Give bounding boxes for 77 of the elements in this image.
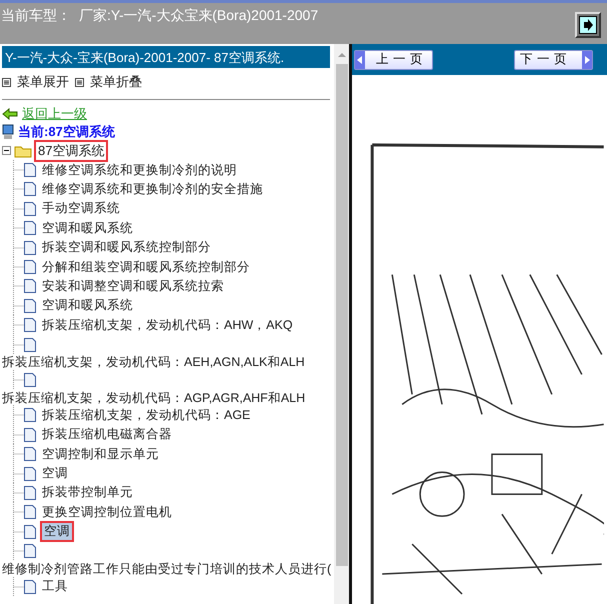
tree-connector-line (13, 179, 24, 200)
document-icon (24, 182, 36, 196)
tree-connector-line (13, 541, 24, 562)
document-icon (24, 279, 36, 294)
document-icon (24, 240, 36, 255)
tree-item[interactable]: 空调和暖风系统 (40, 297, 135, 314)
tree-connector-line (13, 424, 24, 445)
tree-item[interactable]: 维修制冷剂管路工作只能由受过专门培训的技术人员进行( (2, 560, 332, 577)
tree-connector-line (13, 576, 24, 597)
tree-connector-line (13, 522, 24, 542)
back-arrow-icon (2, 108, 18, 120)
document-icon (24, 486, 36, 500)
document-icon (24, 580, 36, 594)
computer-icon (2, 124, 14, 140)
tree-connector-line (13, 218, 24, 238)
tree-item[interactable]: 分解和组装空调和暖风系统控制部分 (40, 258, 252, 276)
tree-item[interactable]: 拆装压缩机支架，发动机代码：AGP,AGR,AHF和ALH (2, 390, 306, 406)
tree-item[interactable]: 更换空调控制位置电机 (40, 504, 174, 521)
menu-toggle-link[interactable]: 菜单展开 (2, 73, 69, 91)
exit-button[interactable] (575, 12, 601, 38)
scrollbar-thumb[interactable] (336, 64, 348, 566)
tree-connector-line (13, 257, 24, 278)
menu-toggle-link[interactable]: 菜单折叠 (75, 73, 142, 91)
tree-connector-line (13, 315, 24, 336)
tree-connector-line (13, 482, 24, 503)
tree-item[interactable]: 工具 (40, 578, 70, 595)
tree-item[interactable]: 维修空调系统和更换制冷剂的说明 (40, 162, 239, 179)
folder-icon (14, 144, 32, 158)
document-icon (24, 372, 36, 387)
current-location: 当前:87空调系统 (18, 123, 115, 141)
document-icon (24, 544, 36, 558)
next-page-button[interactable]: 下 一 页 (514, 50, 593, 70)
tree-item[interactable]: 安装和调整空调和暖风系统拉索 (40, 278, 226, 295)
vehicle-model: 厂家:Y-一汽-大众宝来(Bora)2001-2007 (79, 7, 318, 25)
tree-item[interactable]: 拆装压缩机支架，发动机代码：AHW，AKQ (40, 316, 295, 334)
document-icon (24, 163, 36, 178)
document-icon (24, 408, 36, 422)
tree-item[interactable]: 空调 (40, 521, 74, 542)
tree-connector-line (13, 370, 24, 390)
document-icon (24, 298, 36, 313)
document-icon (24, 466, 36, 481)
tree-connector-line (13, 160, 24, 180)
document-icon (24, 260, 36, 274)
document-icon (24, 318, 36, 332)
collapse-icon[interactable] (2, 146, 11, 155)
vehicle-label: 当前车型： (1, 7, 71, 25)
document-icon (24, 338, 36, 352)
tree-connector-line (13, 405, 24, 426)
tree-connector-line (13, 276, 24, 296)
tree-item[interactable]: 拆装压缩机支架，发动机代码：AEH,AGN,ALK和ALH (2, 354, 305, 370)
tree-item[interactable]: 空调控制和显示单元 (40, 446, 161, 463)
tree-item[interactable]: 拆装带控制单元 (40, 484, 135, 502)
tree-item[interactable]: 空调 (40, 465, 70, 482)
document-icon (24, 524, 36, 539)
document-icon (24, 202, 36, 216)
tree-item[interactable]: 拆装压缩机支架，发动机代码：AGE (40, 406, 252, 424)
previous-page-button[interactable]: 上 一 页 (354, 50, 433, 70)
tree-connector-line (13, 444, 24, 464)
tree-item[interactable]: 拆装空调和暖风系统控制部分 (40, 239, 213, 256)
tree-item[interactable]: 拆装压缩机电磁离合器 (40, 426, 174, 444)
document-icon (24, 428, 36, 442)
tree-folder-item[interactable]: 87空调系统 (34, 140, 108, 162)
document-icon (24, 447, 36, 462)
tree-item[interactable]: 空调和暖风系统 (40, 220, 135, 237)
document-icon (24, 221, 36, 236)
tree-connector-line (13, 238, 24, 258)
tree-item[interactable]: 维修空调系统和更换制冷剂的安全措施 (40, 180, 265, 198)
back-link[interactable]: 返回上一级 (22, 105, 87, 123)
tree-connector-line (13, 502, 24, 522)
tree-item[interactable]: 手动空调系统 (40, 200, 122, 218)
tree-connector-line (13, 296, 24, 316)
tree-connector-line (13, 334, 24, 355)
tree-connector-line (13, 198, 24, 219)
list-icon (75, 78, 84, 86)
panel-title: Y-一汽-大众-宝来(Bora)-2001-2007- 87空调系统. (2, 46, 330, 68)
tree-connector-line (13, 464, 24, 484)
document-icon (24, 505, 36, 520)
